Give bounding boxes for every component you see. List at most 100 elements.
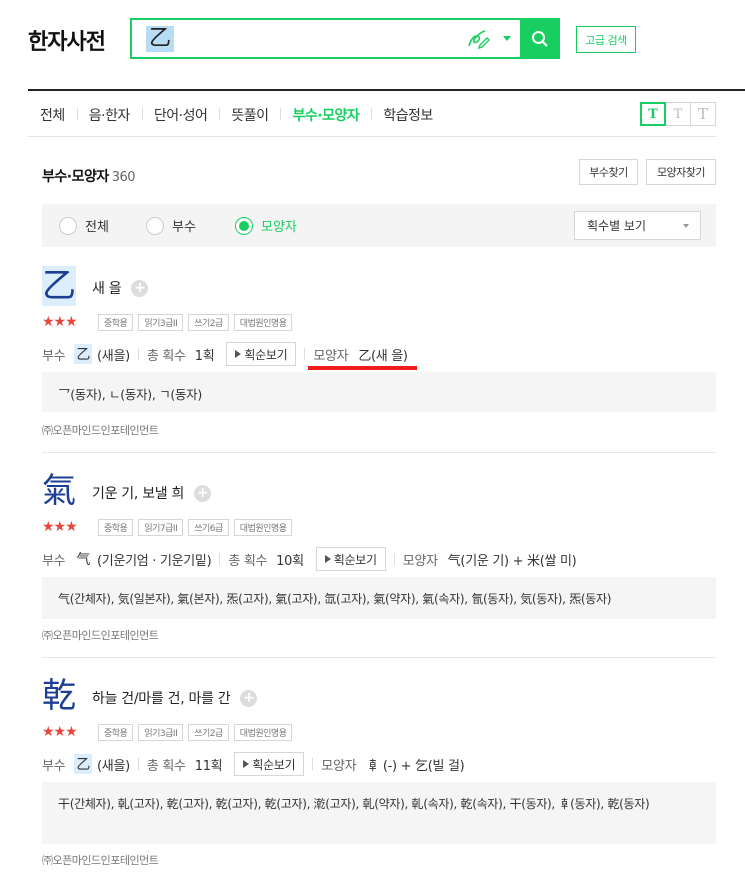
- radio-label: 모양자: [261, 220, 297, 235]
- hanja-meaning: 새 을 +: [92, 278, 149, 298]
- section-title: 부수·모양자 360: [42, 166, 136, 186]
- radio-circle: [146, 216, 164, 235]
- shape-value[interactable]: 气(기운 기) + 米(쌀 미): [448, 550, 577, 569]
- list-item: 乾 하늘 건/마를 건, 마를 간 + ★★★ 중학용 읽기3급II 쓰기2급 …: [42, 676, 716, 876]
- divider: [312, 758, 314, 770]
- level-badge: 쓰기2급: [188, 724, 229, 741]
- list-item: 乙 새 을 + ★★★ 중학용 읽기3급II 쓰기2급 대법원인명용 부수 乙 …: [42, 266, 716, 446]
- tab-sound-hanja[interactable]: 음·한자: [76, 105, 142, 125]
- meaning-text[interactable]: 하늘 건/마를 건, 마를 간: [92, 688, 231, 708]
- divider: [137, 348, 139, 360]
- hanja-character[interactable]: 乾: [42, 676, 76, 716]
- level-badge: 쓰기2급: [188, 314, 229, 331]
- variant-characters: 气(간체자), 気(일본자), 氣(본자), 炁(고자), 氣(고자), 氙(고…: [42, 577, 716, 619]
- advanced-search-button[interactable]: 고급 검색: [576, 26, 636, 53]
- chevron-down-icon: [683, 224, 689, 228]
- radio-shape[interactable]: 모양자: [235, 216, 297, 235]
- radical-label: 부수: [42, 553, 66, 569]
- radio-label: 전체: [85, 220, 109, 235]
- hanja-info-row: 부수 乙 (새을) 총 획수 11획 획순보기 모양자 𠦝 (-) + 乞(빌 …: [42, 752, 465, 776]
- divider: [393, 553, 395, 565]
- play-icon: [243, 760, 250, 768]
- tab-words-idioms[interactable]: 단어·성어: [141, 105, 219, 125]
- find-radical-button[interactable]: 부수찾기: [579, 159, 638, 185]
- search-input[interactable]: 乙: [146, 26, 175, 52]
- search-box[interactable]: 乙: [130, 18, 560, 59]
- font-size-large-button[interactable]: T: [690, 102, 716, 126]
- result-count: 360: [111, 170, 136, 185]
- level-badge: 읽기7급II: [138, 519, 184, 536]
- divider: [137, 758, 139, 770]
- search-query: 乙: [146, 26, 175, 52]
- strokes-label: 총 획수: [146, 758, 186, 774]
- stroke-order-label: 획순보기: [244, 347, 288, 362]
- radio-all[interactable]: 전체: [59, 216, 109, 235]
- variant-characters: 乛(동자), ㄴ(동자), ㄱ(동자): [42, 372, 716, 412]
- search-button[interactable]: [520, 18, 560, 59]
- tab-study-info[interactable]: 학습정보: [371, 105, 445, 125]
- stroke-order-button[interactable]: 획순보기: [315, 547, 386, 571]
- shape-label: 모양자: [313, 348, 349, 364]
- shape-label: 모양자: [402, 553, 438, 569]
- font-size-medium-button[interactable]: T: [665, 102, 691, 126]
- radical-desc: (기운기엄 · 기운기밑): [97, 553, 212, 569]
- add-wordbook-icon[interactable]: +: [131, 279, 149, 297]
- importance-stars: ★★★: [42, 519, 78, 535]
- header-divider: [28, 89, 745, 91]
- radio-radical[interactable]: 부수: [146, 216, 196, 235]
- radical-char[interactable]: 气: [74, 549, 92, 569]
- shape-value[interactable]: 𠦝 (-) + 乞(빌 걸): [366, 755, 464, 774]
- input-dropdown-icon[interactable]: [503, 36, 511, 41]
- tab-all[interactable]: 전체: [28, 105, 77, 125]
- filter-bar: 전체 부수 모양자 획수별 보기: [42, 204, 716, 247]
- stroke-order-button[interactable]: 획순보기: [234, 752, 305, 776]
- play-icon: [324, 555, 331, 563]
- strokes-label: 총 획수: [146, 348, 186, 364]
- level-badge: 중학용: [98, 519, 134, 536]
- strokes-value: 1획: [194, 348, 215, 364]
- radio-circle: [59, 216, 77, 235]
- meaning-text[interactable]: 기운 기, 보낼 희: [92, 483, 184, 503]
- search-icon: [532, 30, 548, 47]
- radio-label: 부수: [172, 220, 196, 235]
- strokes-value: 11획: [194, 758, 223, 774]
- sort-select-value: 획수별 보기: [587, 219, 647, 233]
- stroke-order-button[interactable]: 획순보기: [226, 342, 297, 366]
- level-badge: 읽기3급II: [138, 724, 184, 741]
- list-item: 氣 기운 기, 보낼 희 + ★★★ 중학용 읽기7급II 쓰기6급 대법원인명…: [42, 471, 716, 651]
- hanja-character[interactable]: 乙: [42, 266, 76, 306]
- shape-value[interactable]: 乙(새 을): [358, 345, 408, 364]
- variant-characters: 干(간체자), 乹(고자), 乾(고자), 乾(고자), 乾(고자), 漧(고자…: [42, 782, 716, 844]
- section-title-text: 부수·모양자: [42, 169, 109, 185]
- radical-label: 부수: [42, 348, 66, 364]
- level-badge: 읽기3급II: [138, 314, 184, 331]
- radio-circle: [235, 216, 253, 235]
- level-badge: 쓰기6급: [188, 519, 229, 536]
- radical-char[interactable]: 乙: [74, 344, 93, 364]
- app-logo[interactable]: 한자사전: [28, 24, 106, 56]
- radical-char[interactable]: 乙: [74, 754, 93, 774]
- tab-meaning[interactable]: 뜻풀이: [219, 105, 280, 125]
- font-size-small-button[interactable]: T: [640, 102, 666, 126]
- handwriting-input-icon[interactable]: [466, 28, 490, 50]
- highlight-underline: [308, 366, 417, 370]
- tab-radical-shape[interactable]: 부수·모양자: [280, 105, 371, 125]
- add-wordbook-icon[interactable]: +: [240, 689, 258, 707]
- sort-select[interactable]: 획수별 보기: [574, 211, 701, 240]
- add-wordbook-icon[interactable]: +: [194, 484, 212, 502]
- stroke-order-label: 획순보기: [333, 552, 377, 567]
- level-badge: 대법원인명용: [233, 724, 293, 741]
- hanja-info-row: 부수 气 (기운기엄 · 기운기밑) 총 획수 10획 획순보기 모양자 气(기…: [42, 547, 577, 571]
- hanja-character[interactable]: 氣: [42, 471, 76, 511]
- divider: [219, 553, 221, 565]
- level-badge: 대법원인명용: [233, 314, 293, 331]
- play-icon: [235, 350, 242, 358]
- entry-divider: [42, 452, 716, 453]
- badge-list: 중학용 읽기3급II 쓰기2급 대법원인명용: [98, 724, 297, 741]
- level-badge: 대법원인명용: [233, 519, 293, 536]
- radical-label: 부수: [42, 758, 66, 774]
- find-shape-button[interactable]: 모양자찾기: [646, 159, 716, 185]
- badge-list: 중학용 읽기3급II 쓰기2급 대법원인명용: [98, 314, 297, 331]
- strokes-value: 10획: [276, 553, 304, 569]
- meaning-text[interactable]: 새 을: [92, 278, 122, 298]
